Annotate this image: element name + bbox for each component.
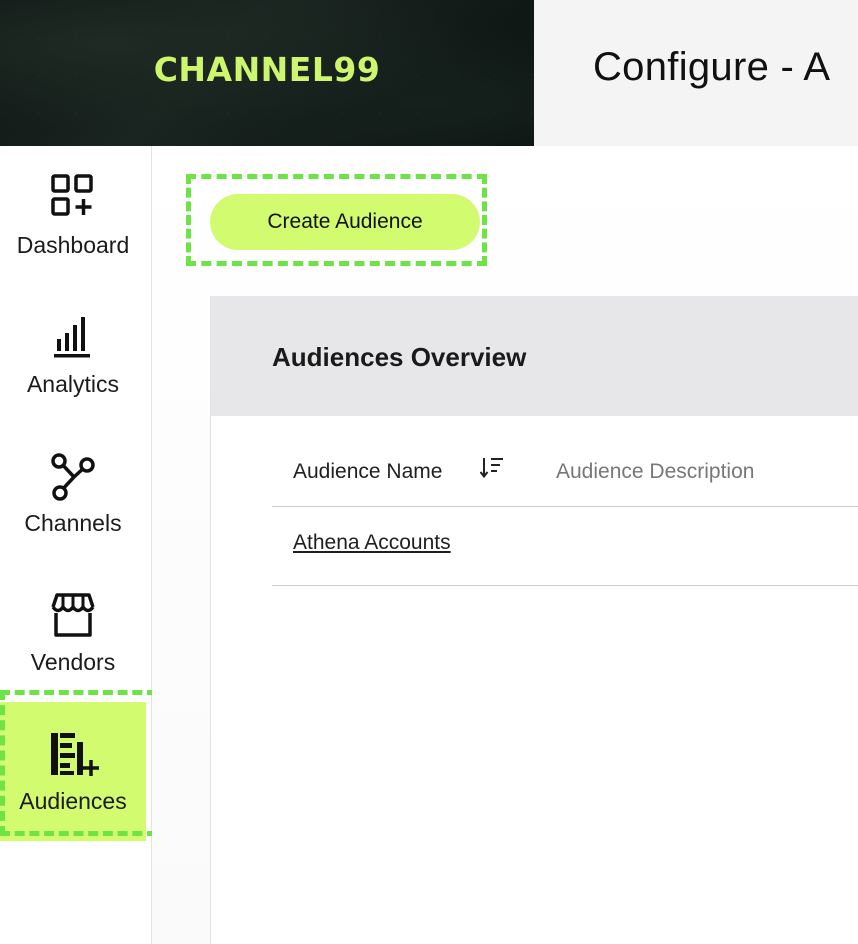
top-bar: Configure - A xyxy=(534,0,858,146)
channels-icon xyxy=(51,453,95,501)
analytics-icon xyxy=(54,317,90,358)
audiences-panel: Audiences Overview Audience Name Audienc… xyxy=(210,296,858,944)
sidebar-item-label: Analytics xyxy=(26,371,120,397)
column-header-audience-description[interactable]: Audience Description xyxy=(556,460,754,484)
panel-title: Audiences Overview xyxy=(272,342,527,372)
brand-logo[interactable]: CHANNEL99 xyxy=(0,50,534,89)
dashboard-icon xyxy=(51,174,93,216)
panel-header: Audiences Overview xyxy=(211,296,858,416)
sidebar-item-label: Audiences xyxy=(19,788,127,814)
table-row: Athena Accounts xyxy=(272,507,858,586)
sidebar-item-analytics[interactable]: Analytics xyxy=(0,285,146,424)
create-audience-button[interactable]: Create Audience xyxy=(210,194,480,250)
sidebar-item-vendors[interactable]: Vendors xyxy=(0,563,146,702)
sort-descending-icon[interactable] xyxy=(480,456,506,480)
audience-name-link[interactable]: Athena Accounts xyxy=(293,531,451,555)
sidebar-item-audiences[interactable]: Audiences xyxy=(0,702,146,841)
sidebar: Dashboard Analytics Channels Vendors Aud… xyxy=(0,146,152,944)
table-header: Audience Name Audience Description xyxy=(272,416,858,507)
sidebar-item-label: Vendors xyxy=(30,649,116,675)
vendors-icon xyxy=(51,593,95,637)
app-window: CHANNEL99 Configure - A Dashboard Analyt… xyxy=(0,0,858,944)
main-content: Create Audience Audiences Overview Audie… xyxy=(152,146,858,944)
audiences-icon xyxy=(51,733,99,776)
sidebar-item-dashboard[interactable]: Dashboard xyxy=(0,146,146,285)
brand-banner: CHANNEL99 xyxy=(0,0,534,146)
sidebar-item-label: Dashboard xyxy=(16,232,130,258)
audiences-table: Audience Name Audience Description Athen… xyxy=(272,416,858,586)
page-title: Configure - A xyxy=(593,45,831,89)
sidebar-item-label: Channels xyxy=(24,510,122,536)
column-header-audience-name[interactable]: Audience Name xyxy=(293,460,442,484)
sidebar-item-channels[interactable]: Channels xyxy=(0,424,146,563)
